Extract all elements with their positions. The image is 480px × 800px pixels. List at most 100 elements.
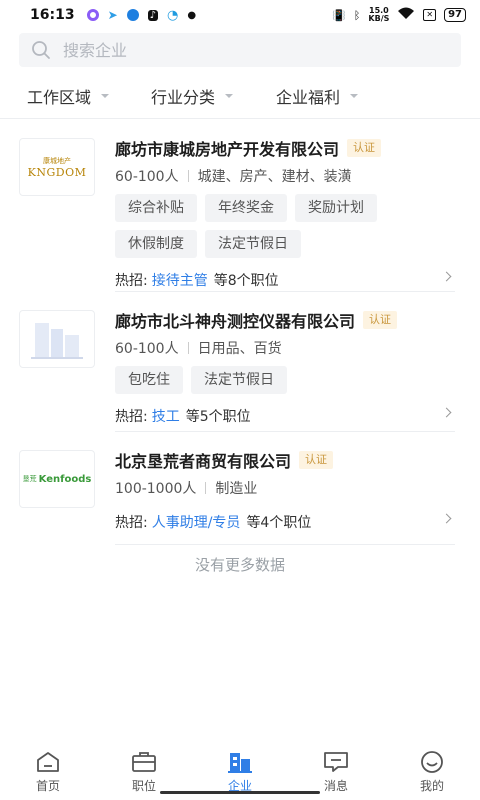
nav-label: 消息 (323, 779, 348, 793)
building-placeholder-icon (31, 323, 83, 359)
hot-job-count: 等5个职位 (185, 409, 251, 425)
app-notification-icon (126, 9, 139, 21)
company-industry: 城建、房产、建材、装潢 (197, 169, 352, 185)
hot-jobs-row[interactable]: 热招: 接待主管 等8个职位 (115, 270, 455, 290)
hot-jobs-row[interactable]: 热招: 技工 等5个职位 (115, 406, 455, 426)
company-info: 廊坊市康城房地产开发有限公司 认证 60-100人 城建、房产、建材、装潢 综合… (115, 136, 455, 290)
nav-label: 我的 (419, 779, 444, 793)
company-info: 北京垦荒者商贸有限公司 认证 100-1000人 制造业 热招: 人事助理/专员… (115, 448, 455, 532)
logo-text-top: 垦荒 (22, 475, 37, 483)
chevron-right-icon (441, 407, 452, 418)
company-industry: 日用品、百货 (197, 341, 282, 357)
company-meta: 100-1000人 制造业 (115, 478, 455, 498)
divider (115, 544, 455, 545)
hot-label: 热招: (115, 515, 148, 531)
system-icons: 📳 ᛒ 15.0 KB/S ✕ 97 (332, 7, 466, 23)
company-logo: 康城地产 KNGDOM (19, 138, 95, 196)
logo-text-top: 康城地产 (42, 156, 71, 165)
wifi-icon (397, 7, 415, 23)
app-notification-icon (86, 9, 99, 21)
tiktok-icon: ♪ (147, 9, 159, 21)
sim-icon: ✕ (423, 9, 437, 21)
home-icon (37, 752, 59, 772)
filter-benefits[interactable]: 企业福利 (276, 84, 359, 108)
bluetooth-icon: ᛒ (353, 8, 361, 22)
hot-job-link[interactable]: 人事助理/专员 (152, 512, 241, 532)
benefit-tag: 年终奖金 (205, 194, 287, 222)
filter-label: 工作区域 (27, 88, 92, 107)
battery-indicator: 97 (444, 8, 466, 22)
nav-label: 职位 (131, 779, 156, 793)
meta-separator (187, 342, 189, 354)
company-name: 北京垦荒者商贸有限公司 (115, 452, 292, 471)
meta-separator (187, 170, 189, 182)
caret-down-icon (350, 94, 359, 98)
profile-icon (421, 751, 443, 773)
status-bar: 16:13 ➤ ♪ ◔ ● 📳 ᛒ 15.0 KB/S ✕ 97 (0, 0, 480, 30)
verified-badge: 认证 (363, 311, 398, 329)
benefit-tag: 法定节假日 (205, 230, 301, 258)
company-card[interactable]: 康城地产 KNGDOM 廊坊市康城房地产开发有限公司 认证 60-100人 城建… (0, 136, 480, 290)
company-logo (19, 310, 95, 368)
search-bar[interactable] (19, 33, 461, 67)
caret-down-icon (225, 94, 234, 98)
logo-text-main: Kenfoods (38, 473, 92, 485)
verified-badge: 认证 (347, 139, 382, 157)
meta-separator (205, 482, 207, 494)
benefit-tag: 休假制度 (115, 230, 197, 258)
company-size: 60-100人 (115, 169, 179, 185)
logo-text-main: KNGDOM (27, 165, 87, 179)
benefit-tags: 包吃住 法定节假日 (115, 366, 455, 394)
status-time: 16:13 (30, 7, 75, 23)
nav-home[interactable]: 首页 (0, 744, 96, 800)
no-more-data-text: 没有更多数据 (194, 556, 285, 574)
company-name-row: 廊坊市北斗神舟测控仪器有限公司 认证 (115, 308, 455, 332)
company-size: 60-100人 (115, 341, 179, 357)
divider (115, 291, 455, 292)
filter-label: 行业分类 (151, 88, 216, 107)
hot-job-count: 等4个职位 (246, 515, 312, 531)
hot-job-link[interactable]: 技工 (152, 406, 180, 426)
company-meta: 60-100人 日用品、百货 (115, 338, 455, 358)
chevron-right-icon (441, 513, 452, 524)
filter-industry[interactable]: 行业分类 (151, 84, 234, 108)
company-industry: 制造业 (215, 481, 258, 497)
message-icon (324, 752, 348, 772)
telegram-icon: ➤ (107, 8, 118, 22)
nav-label: 首页 (35, 779, 60, 793)
benefit-tags: 综合补贴 年终奖金 奖励计划 休假制度 法定节假日 (115, 194, 455, 258)
notification-icons: ➤ ♪ ◔ ● (86, 7, 196, 23)
nav-profile[interactable]: 我的 (384, 744, 480, 800)
home-indicator (160, 791, 320, 794)
company-name: 廊坊市康城房地产开发有限公司 (115, 140, 340, 159)
benefit-tag: 综合补贴 (115, 194, 197, 222)
hot-job-link[interactable]: 接待主管 (152, 270, 208, 290)
company-name-row: 北京垦荒者商贸有限公司 认证 (115, 448, 455, 472)
hot-job-count: 等8个职位 (213, 273, 279, 289)
benefit-tag: 包吃住 (115, 366, 183, 394)
company-card[interactable]: 垦荒 Kenfoods 北京垦荒者商贸有限公司 认证 100-1000人 制造业… (0, 448, 480, 543)
company-name-row: 廊坊市康城房地产开发有限公司 认证 (115, 136, 455, 160)
net-speed-unit: KB/S (368, 14, 390, 23)
building-icon (228, 753, 252, 773)
divider (0, 118, 480, 119)
search-icon (32, 41, 50, 59)
filter-bar: 工作区域 行业分类 企业福利 (0, 80, 480, 112)
company-meta: 60-100人 城建、房产、建材、装潢 (115, 166, 455, 186)
company-logo: 垦荒 Kenfoods (19, 450, 95, 508)
browser-icon: ◔ (167, 7, 179, 23)
filter-work-area[interactable]: 工作区域 (27, 84, 110, 108)
benefit-tag: 法定节假日 (191, 366, 287, 394)
caret-down-icon (101, 94, 110, 98)
net-speed: 15.0 KB/S (368, 7, 389, 23)
company-name: 廊坊市北斗神舟测控仪器有限公司 (115, 312, 356, 331)
hot-jobs-row[interactable]: 热招: 人事助理/专员 等4个职位 (115, 512, 455, 532)
search-input[interactable] (63, 40, 443, 60)
verified-badge: 认证 (299, 451, 334, 469)
hot-label: 热招: (115, 409, 148, 425)
briefcase-icon (132, 752, 156, 772)
company-card[interactable]: 廊坊市北斗神舟测控仪器有限公司 认证 60-100人 日用品、百货 包吃住 法定… (0, 308, 480, 430)
company-info: 廊坊市北斗神舟测控仪器有限公司 认证 60-100人 日用品、百货 包吃住 法定… (115, 308, 455, 426)
company-size: 100-1000人 (115, 481, 197, 497)
chevron-right-icon (441, 271, 452, 282)
